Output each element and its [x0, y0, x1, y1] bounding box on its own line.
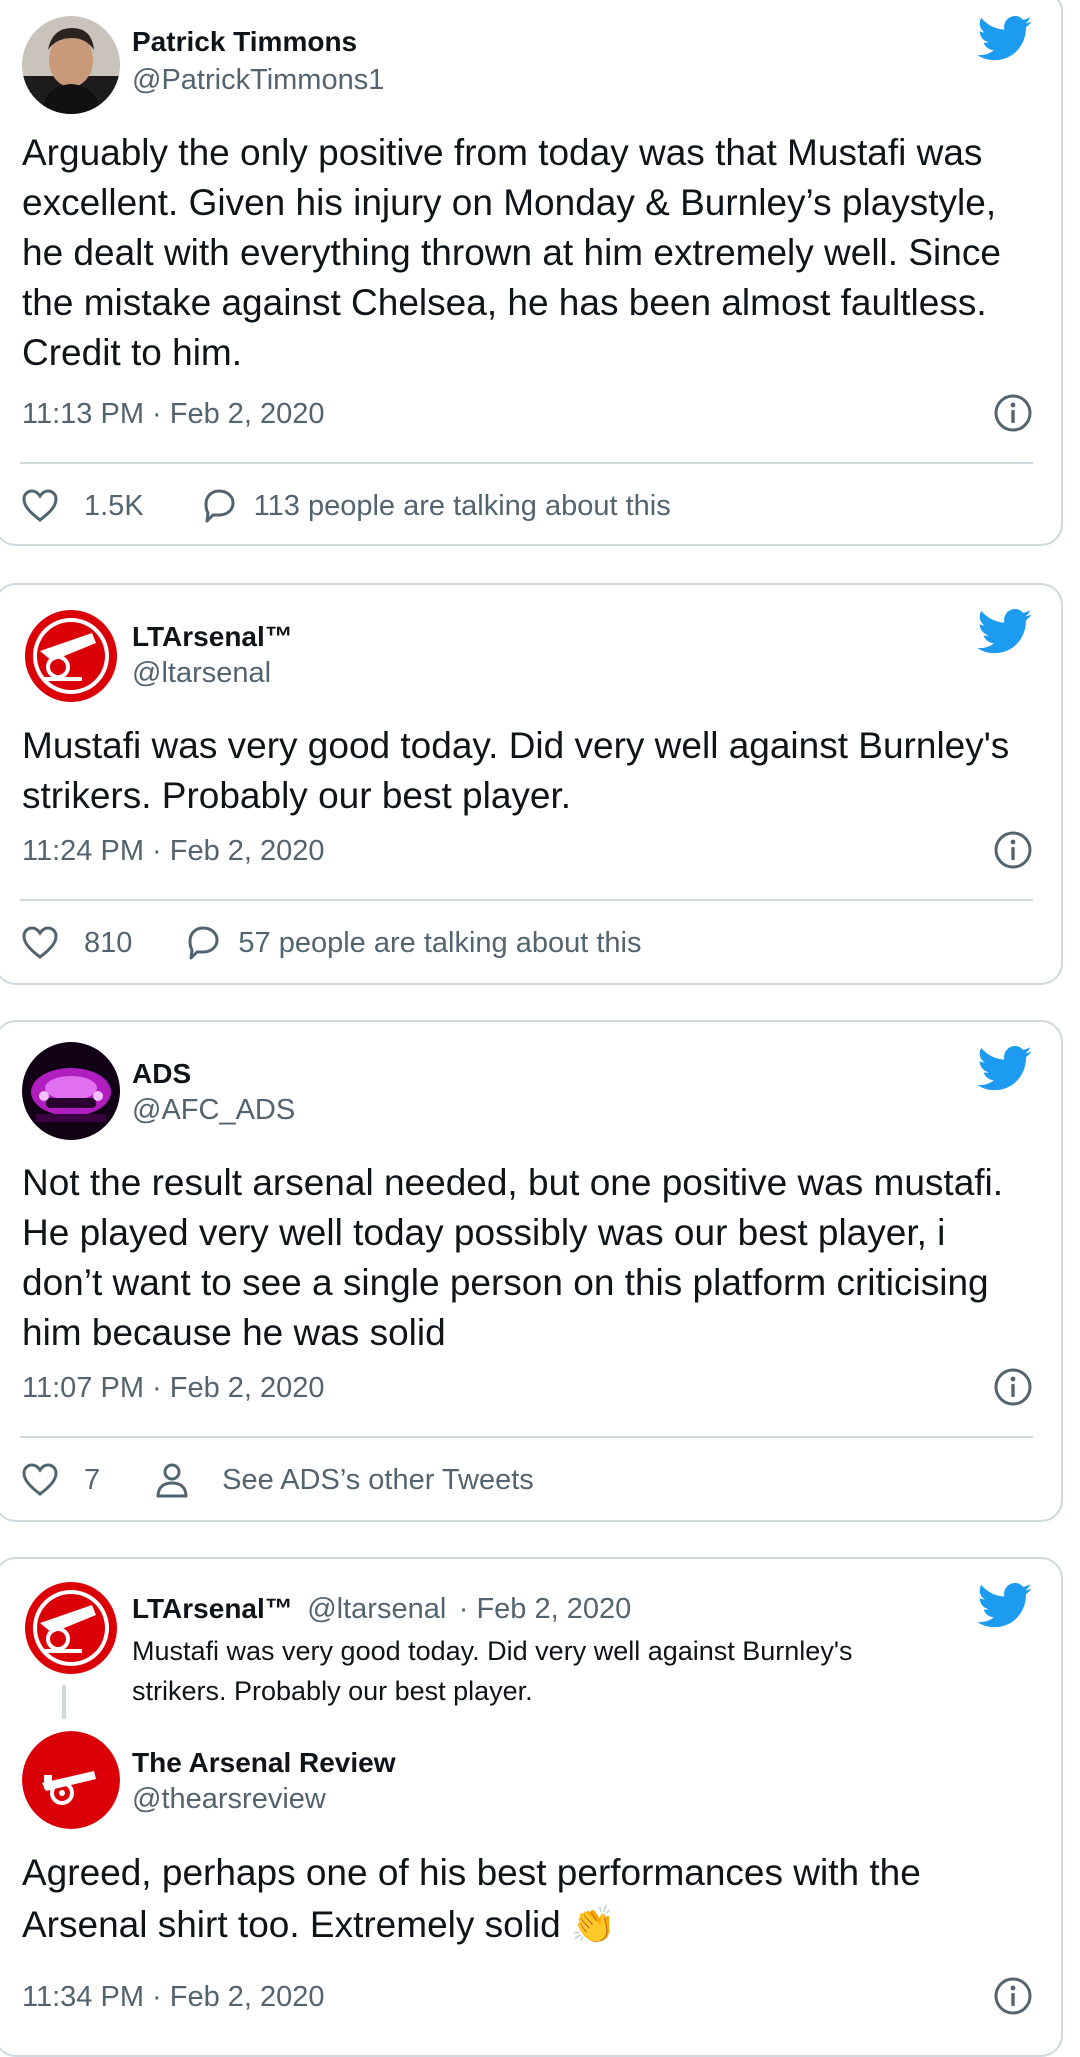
tweet-actions: 1.5K 113 people are talking about this: [20, 484, 671, 528]
conversation-link[interactable]: 113 people are talking about this: [254, 490, 671, 523]
twitter-bird-icon[interactable]: [977, 1583, 1033, 1629]
author-handle[interactable]: @ltarsenal: [132, 657, 271, 690]
like-count[interactable]: 810: [84, 927, 132, 960]
quoted-author-handle[interactable]: @ltarsenal: [307, 1593, 446, 1625]
avatar[interactable]: [22, 1579, 120, 1677]
author-name[interactable]: The Arsenal Review: [132, 1747, 396, 1779]
tweet-timestamp[interactable]: 11:13 PM · Feb 2, 2020: [22, 398, 325, 431]
quoted-author-name[interactable]: LTArsenal™: [132, 1593, 293, 1624]
avatar[interactable]: [22, 16, 120, 114]
like-count[interactable]: 7: [84, 1464, 100, 1497]
heart-icon[interactable]: [20, 923, 60, 963]
tweet-timestamp[interactable]: 11:07 PM · Feb 2, 2020: [22, 1372, 325, 1405]
tweet-text-content: Agreed, perhaps one of his best performa…: [22, 1852, 921, 1945]
tweet-actions: 7 See ADS’s other Tweets: [20, 1458, 534, 1502]
tweet-card[interactable]: LTArsenal™ @ltarsenal · Feb 2, 2020 Must…: [0, 1557, 1063, 2057]
clapping-hands-emoji: 👏: [571, 1904, 616, 1945]
tweet-text: Arguably the only positive from today wa…: [22, 132, 1001, 373]
tweet-actions: 810 57 people are talking about this: [20, 921, 641, 965]
author-handle[interactable]: @thearsreview: [132, 1783, 326, 1816]
tweet-text: Agreed, perhaps one of his best performa…: [22, 1847, 1021, 1951]
info-icon[interactable]: [993, 830, 1033, 870]
avatar[interactable]: [22, 1042, 120, 1140]
twitter-bird-icon[interactable]: [977, 16, 1033, 62]
info-icon[interactable]: [993, 1976, 1033, 2016]
tweet-text: Mustafi was very good today. Did very we…: [22, 725, 1010, 816]
quoted-text: Mustafi was very good today. Did very we…: [132, 1636, 853, 1706]
divider: [20, 462, 1033, 464]
reply-icon[interactable]: [198, 486, 238, 526]
quoted-header: LTArsenal™ @ltarsenal · Feb 2, 2020: [132, 1593, 631, 1626]
info-icon[interactable]: [993, 393, 1033, 433]
quoted-date[interactable]: · Feb 2, 2020: [459, 1593, 632, 1625]
tweet-card[interactable]: Patrick Timmons @PatrickTimmons1 Arguabl…: [0, 0, 1063, 546]
reply-icon[interactable]: [182, 923, 222, 963]
tweet-card[interactable]: ADS @AFC_ADS Not the result arsenal need…: [0, 1020, 1063, 1522]
avatar[interactable]: [22, 1731, 120, 1829]
tweet-text: Not the result arsenal needed, but one p…: [22, 1162, 1004, 1353]
author-handle[interactable]: @AFC_ADS: [132, 1094, 295, 1127]
tweet-card[interactable]: LTArsenal™ @ltarsenal Mustafi was very g…: [0, 583, 1063, 985]
twitter-bird-icon[interactable]: [977, 1046, 1033, 1092]
divider: [20, 1436, 1033, 1438]
tweet-timestamp[interactable]: 11:34 PM · Feb 2, 2020: [22, 1981, 325, 2014]
person-icon[interactable]: [152, 1460, 192, 1500]
heart-icon[interactable]: [20, 1460, 60, 1500]
author-name[interactable]: ADS: [132, 1058, 191, 1090]
heart-icon[interactable]: [20, 486, 60, 526]
divider: [20, 899, 1033, 901]
tweet-timestamp[interactable]: 11:24 PM · Feb 2, 2020: [22, 835, 325, 868]
avatar[interactable]: [22, 607, 120, 705]
conversation-link[interactable]: 57 people are talking about this: [238, 927, 641, 960]
other-tweets-link[interactable]: See ADS’s other Tweets: [222, 1464, 534, 1497]
twitter-bird-icon[interactable]: [977, 609, 1033, 655]
like-count[interactable]: 1.5K: [84, 490, 144, 523]
author-handle[interactable]: @PatrickTimmons1: [132, 64, 384, 97]
thread-line: [62, 1685, 66, 1719]
info-icon[interactable]: [993, 1367, 1033, 1407]
author-name[interactable]: LTArsenal™: [132, 621, 293, 653]
author-name[interactable]: Patrick Timmons: [132, 26, 357, 58]
